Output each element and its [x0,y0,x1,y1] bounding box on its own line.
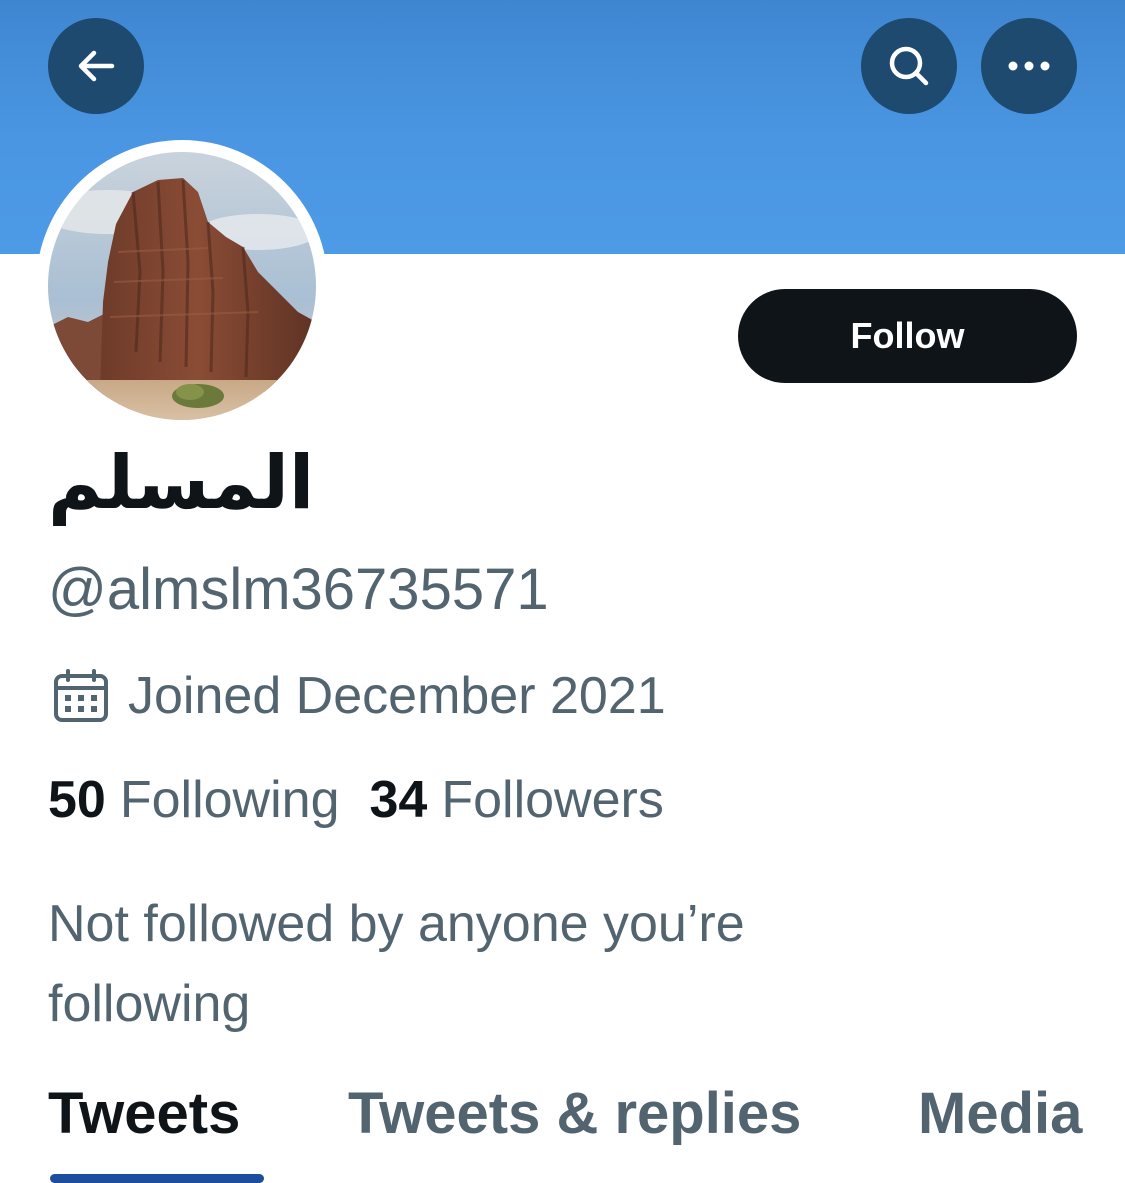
search-button[interactable] [861,18,957,114]
follow-stats: 50 Following 34 Followers [48,770,664,830]
following-label: Following [119,771,340,829]
back-button[interactable] [48,18,144,114]
avatar-image [48,152,316,420]
profile-tabs: Tweets Tweets & replies Media [0,1080,1125,1183]
joined-date: Joined December 2021 [50,666,666,726]
tab-tweets-and-replies[interactable]: Tweets & replies [348,1080,801,1147]
follow-button[interactable]: Follow [738,289,1077,383]
more-options-button[interactable] [981,18,1077,114]
more-horizontal-icon [1008,61,1050,71]
followers-count: 34 [369,771,428,829]
display-name: المسلم [48,440,315,526]
followers-link[interactable]: 34 Followers [370,770,664,830]
followed-by-context: Not followed by anyone you’re following [48,895,745,1033]
search-icon [889,46,929,86]
following-count: 50 [48,771,106,829]
user-handle: @almslm36735571 [48,557,549,622]
followers-label: Followers [441,771,664,829]
calendar-icon [50,668,112,724]
joined-text: Joined December 2021 [128,667,666,725]
arrow-left-icon [78,50,115,82]
tab-tweets[interactable]: Tweets [48,1080,240,1147]
following-link[interactable]: 50 Following [48,770,340,830]
profile-page: Follow المسلم @almslm36735571 Joined Dec… [0,0,1125,1183]
avatar[interactable] [48,152,316,420]
tab-media[interactable]: Media [918,1080,1082,1147]
active-tab-indicator [50,1174,264,1183]
